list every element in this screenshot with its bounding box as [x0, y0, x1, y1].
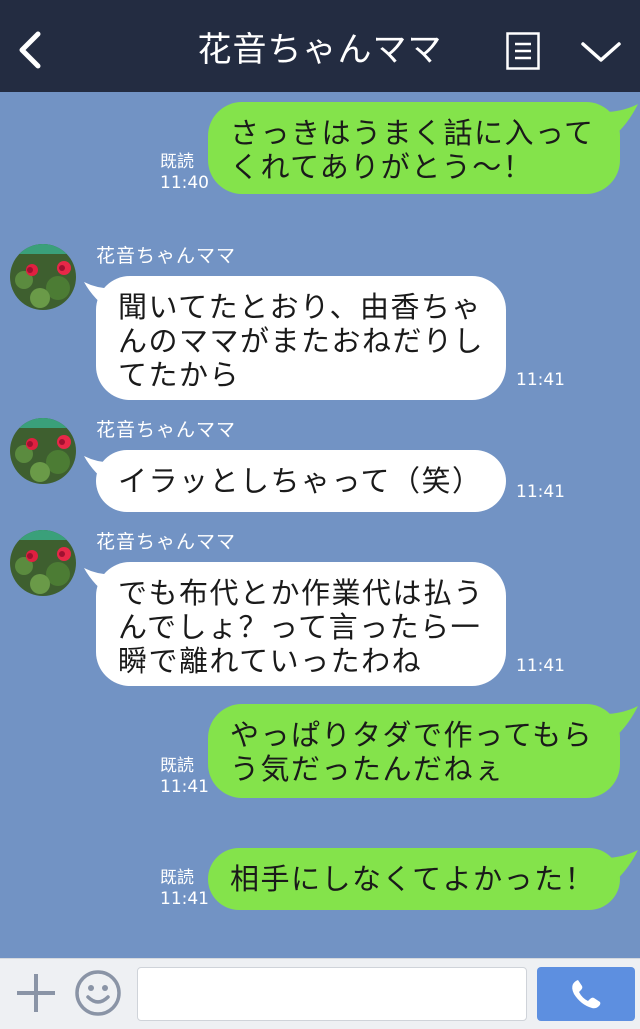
read-receipt: 既読 [160, 756, 194, 776]
message-line: 聞いてたとおり、由香ちゃ [118, 290, 482, 324]
sender-name: 花音ちゃんママ [96, 245, 237, 267]
sender-name: 花音ちゃんママ [96, 419, 237, 441]
message-time: 11:41 [516, 482, 565, 502]
message-time: 11:40 [160, 173, 209, 193]
message-time: 11:41 [160, 777, 209, 797]
bubble-tail [604, 706, 638, 738]
chat-title: 花音ちゃんママ [197, 30, 443, 70]
bubble-tail [604, 104, 638, 136]
message-time: 11:41 [516, 370, 565, 390]
message-time: 11:41 [516, 656, 565, 676]
message-bubble[interactable]: 相手にしなくてよかった！ [208, 848, 620, 910]
chat-area[interactable]: 既読 11:40 さっきはうまく話に入って くれてありがとう〜！ 花音ちゃんママ… [0, 92, 640, 958]
message-time: 11:41 [160, 889, 209, 909]
message-line: やっぱりタダで作ってもら [230, 718, 594, 752]
message-bubble[interactable]: でも布代とか作業代は払う んでしょ？って言ったら一 瞬で離れていったわね [96, 562, 506, 686]
input-bar [0, 958, 640, 1029]
avatar[interactable] [10, 244, 76, 310]
message-line: んのママがまたおねだりし [118, 324, 485, 358]
plus-icon[interactable] [14, 971, 58, 1015]
message-bubble[interactable]: 聞いてたとおり、由香ちゃ んのママがまたおねだりし てたから [96, 276, 506, 400]
call-button[interactable] [537, 967, 635, 1021]
read-receipt: 既読 [160, 152, 194, 172]
read-receipt: 既読 [160, 868, 194, 888]
message-bubble[interactable]: さっきはうまく話に入って くれてありがとう〜！ [208, 102, 620, 194]
message-bubble[interactable]: やっぱりタダで作ってもら う気だったんだねぇ [208, 704, 620, 798]
message-line: う気だったんだねぇ [230, 752, 505, 786]
bubble-tail [604, 850, 638, 882]
message-line: イラッとしちゃって（笑） [118, 464, 483, 498]
message-line: 相手にしなくてよかった！ [230, 862, 596, 896]
chevron-down-icon[interactable] [580, 38, 622, 66]
sender-name: 花音ちゃんママ [96, 531, 237, 553]
message-line: でも布代とか作業代は払う [118, 576, 485, 610]
message-line: んでしょ？って言ったら一 [118, 610, 482, 644]
avatar[interactable] [10, 530, 76, 596]
emoji-icon[interactable] [74, 969, 122, 1017]
avatar[interactable] [10, 418, 76, 484]
phone-icon [572, 980, 601, 1009]
menu-icon[interactable] [506, 32, 540, 70]
message-line: さっきはうまく話に入って [230, 116, 595, 150]
message-line: くれてありがとう〜！ [230, 150, 534, 184]
header-bar: 花音ちゃんママ [0, 0, 640, 92]
message-bubble[interactable]: イラッとしちゃって（笑） [96, 450, 506, 512]
message-line: てたから [118, 358, 241, 392]
message-line: 瞬で離れていったわね [118, 644, 423, 678]
message-input[interactable] [137, 967, 527, 1021]
